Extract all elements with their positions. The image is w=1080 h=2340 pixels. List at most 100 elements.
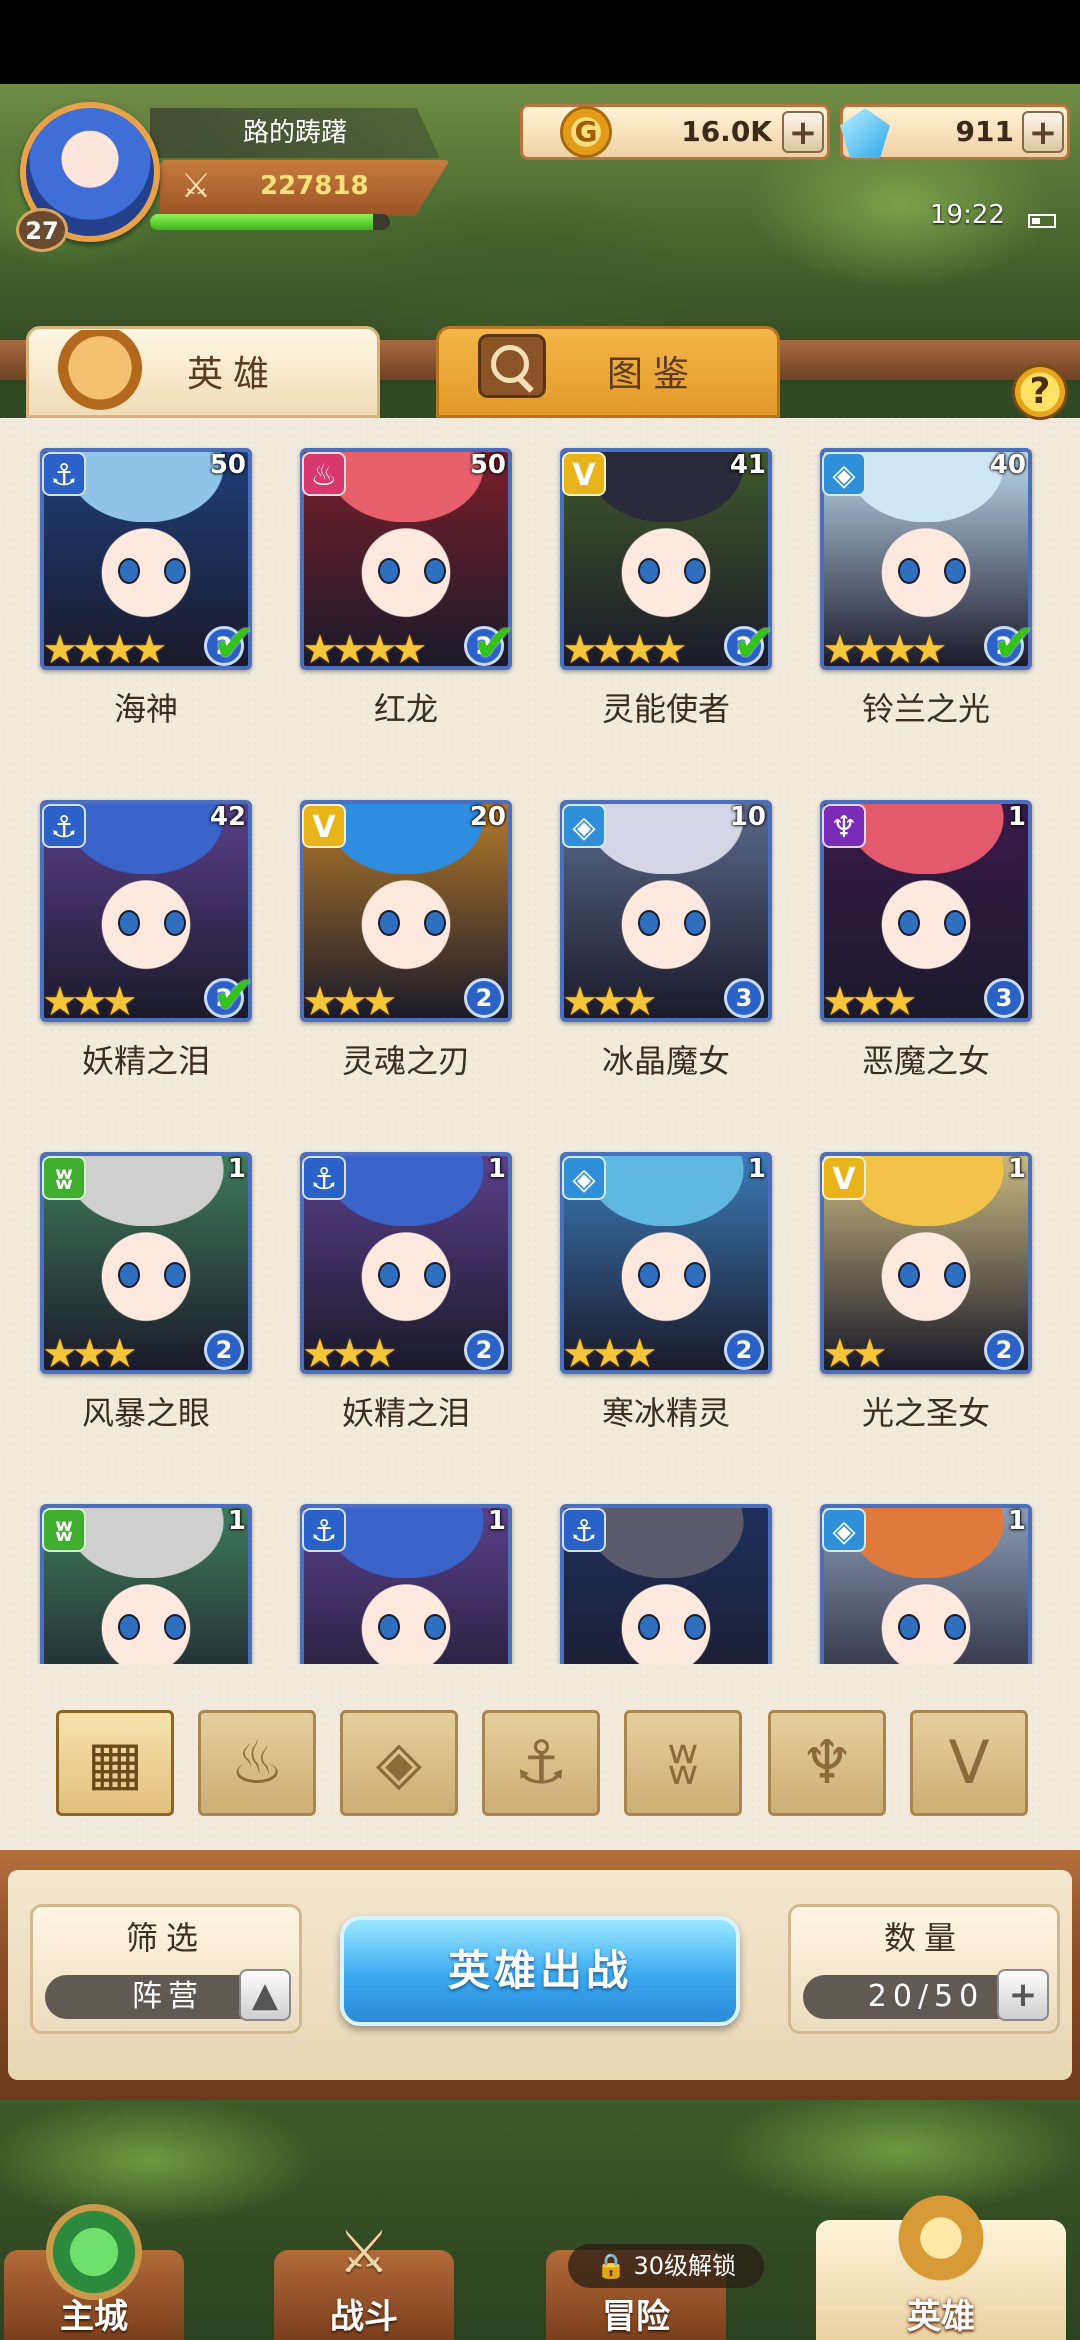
hero-stars: ★★★★ <box>562 627 687 673</box>
hero-stars: ★★★★ <box>42 627 167 673</box>
gem-amount: 911 <box>955 115 1014 148</box>
hero-card[interactable]: ◈ 40 ★★★★ 2 ✔ 铃兰之光 <box>816 434 1036 734</box>
hero-level: 50 <box>469 450 506 480</box>
hero-stars: ★★★★ <box>302 627 427 673</box>
help-button[interactable]: ? <box>1012 364 1068 420</box>
hero-card[interactable]: V 1 ★★ 2 光之圣女 <box>816 1138 1036 1438</box>
deployed-check-icon: ✔ <box>212 614 256 674</box>
hero-level: 1 <box>1007 802 1026 832</box>
hero-level: 1 <box>227 1154 246 1184</box>
faction-filter-button[interactable]: ▦ <box>56 1710 174 1816</box>
demon-filter-icon: ♆ <box>800 1728 854 1798</box>
deployed-check-icon: ✔ <box>992 614 1036 674</box>
hero-eye <box>638 558 660 584</box>
hero-eye <box>378 558 400 584</box>
hero-name: 风暴之眼 <box>81 1394 210 1432</box>
hero-eye <box>164 910 186 936</box>
hero-level: 42 <box>209 802 246 832</box>
hero-card[interactable]: ♨ 50 ★★★★ 2 ✔ 红龙 <box>296 434 516 734</box>
hero-card[interactable]: ⚓ 50 ★★★★ 2 ✔ 海神 <box>36 434 256 734</box>
hero-card[interactable]: V 41 ★★★★ 2 ✔ 灵能使者 <box>556 434 776 734</box>
hero-eye <box>378 1262 400 1288</box>
hero-card[interactable]: ◈ 1 ★★★ 2 寒冰精灵 <box>556 1138 776 1438</box>
hero-eye <box>898 558 920 584</box>
hero-level: 1 <box>487 1506 506 1536</box>
hero-eye <box>638 1614 660 1640</box>
anchor-faction-icon: ⚓ <box>302 1156 346 1200</box>
hero-name: 铃兰之光 <box>861 690 990 728</box>
hero-stars: ★★ <box>822 1331 888 1377</box>
crystal-faction-icon: ◈ <box>562 1156 606 1200</box>
crystal-filter-icon: ◈ <box>375 1728 423 1798</box>
hero-card[interactable]: V 20 ★★★ 2 灵魂之刃 <box>296 786 516 1086</box>
crossed-swords-icon: ⚔ <box>180 166 212 206</box>
hero-level: 20 <box>469 802 506 832</box>
hero-eye <box>944 1262 966 1288</box>
hero-name: 恶魔之女 <box>861 1042 990 1080</box>
hero-level: 41 <box>729 450 766 480</box>
faction-filter-button[interactable]: ʬ <box>624 1710 742 1816</box>
crystal-faction-icon: ◈ <box>822 1508 866 1552</box>
crystal-faction-icon: ◈ <box>822 452 866 496</box>
hero-name: 光之圣女 <box>861 1394 990 1432</box>
player-name: 路的踌躇 <box>150 108 440 158</box>
hero-stars: ★★★ <box>42 979 138 1025</box>
hero-rank-badge: 2 <box>464 1330 504 1370</box>
wing-filter-icon: V <box>948 1728 990 1798</box>
hero-card[interactable]: ʬ1 <box>36 1490 256 1664</box>
hero-rank-badge: 2 <box>464 978 504 1018</box>
hero-level: 40 <box>989 450 1026 480</box>
add-gold-button[interactable]: + <box>782 111 824 153</box>
filter-toggle-button[interactable]: ▲ <box>239 1969 291 2021</box>
wing-faction-icon: V <box>822 1156 866 1200</box>
demon-faction-icon: ♆ <box>822 804 866 848</box>
hero-stars: ★★★★ <box>822 627 947 673</box>
expand-capacity-button[interactable]: + <box>997 1969 1049 2021</box>
hero-name: 灵能使者 <box>601 690 730 728</box>
hero-level: 1 <box>227 1506 246 1536</box>
filter-title: 筛选 <box>125 1919 206 1957</box>
hero-card[interactable]: ◈ 1 <box>816 1490 1036 1664</box>
hero-card[interactable]: ♆ 1 ★★★ 3 恶魔之女 <box>816 786 1036 1086</box>
anchor-faction-icon: ⚓ <box>302 1508 346 1552</box>
faction-filter-button[interactable]: V <box>910 1710 1028 1816</box>
hero-card[interactable]: ⚓ 1 <box>296 1490 516 1664</box>
nav-adventure-label: 冒险 <box>602 2297 670 2337</box>
hero-card[interactable]: ◈ 10 ★★★ 3 冰晶魔女 <box>556 786 776 1086</box>
hero-level: 1 <box>747 1154 766 1184</box>
hero-card[interactable]: ⚓ <box>556 1490 776 1664</box>
hero-level: 1 <box>1007 1506 1026 1536</box>
hero-card[interactable]: ⚓ 42 ★★★ 2 ✔ 妖精之泪 <box>36 786 256 1086</box>
flame-faction-icon: ♨ <box>302 452 346 496</box>
hero-eye <box>898 1262 920 1288</box>
anchor-filter-icon: ⚓ <box>514 1728 568 1798</box>
count-title: 数量 <box>883 1919 964 1957</box>
faction-filter-button[interactable]: ♆ <box>768 1710 886 1816</box>
flame-filter-icon: ♨ <box>230 1728 284 1798</box>
faction-filter-button[interactable]: ♨ <box>198 1710 316 1816</box>
hero-deploy-button[interactable]: 英雄出战 <box>340 1916 740 2026</box>
deployed-check-icon: ✔ <box>732 614 776 674</box>
nav-heroes[interactable]: 英雄 <box>816 2190 1066 2340</box>
nav-battle[interactable]: ⚔ 战斗 <box>274 2218 454 2340</box>
hero-eye <box>684 558 706 584</box>
faction-filter-button[interactable]: ◈ <box>340 1710 458 1816</box>
hero-card[interactable]: ⚓ 1 ★★★ 2 妖精之泪 <box>296 1138 516 1438</box>
nav-main-city[interactable]: 主城 <box>4 2204 184 2340</box>
power-value: 227818 <box>260 171 369 201</box>
hero-level: 50 <box>209 450 246 480</box>
hero-eye <box>684 910 706 936</box>
hero-rank-badge: 2 <box>984 1330 1024 1370</box>
deployed-check-icon: ✔ <box>472 614 516 674</box>
hero-name: 灵魂之刃 <box>341 1042 470 1080</box>
hero-name: 妖精之泪 <box>341 1394 470 1432</box>
battery-icon <box>1028 214 1056 228</box>
hero-eye <box>164 1614 186 1640</box>
hero-eye <box>424 1614 446 1640</box>
faction-filter-button[interactable]: ⚓ <box>482 1710 600 1816</box>
add-gems-button[interactable]: + <box>1022 111 1064 153</box>
nav-battle-label: 战斗 <box>330 2297 398 2337</box>
hero-eye <box>638 1262 660 1288</box>
hero-card[interactable]: ʬ 1 ★★★ 2 风暴之眼 <box>36 1138 256 1438</box>
hero-eye <box>118 1614 140 1640</box>
